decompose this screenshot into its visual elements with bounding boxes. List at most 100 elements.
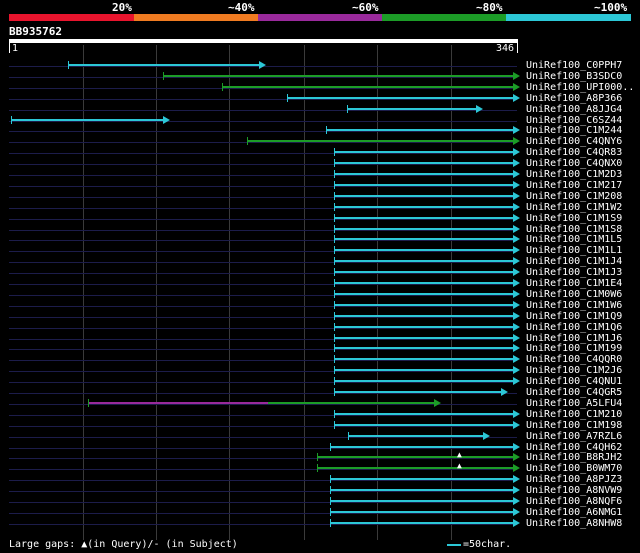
hit-bar[interactable] [334, 257, 520, 266]
hit-label[interactable]: UniRef100_C1M198 [526, 420, 622, 431]
query-bar [9, 39, 518, 43]
hit-bar[interactable] [330, 475, 520, 484]
hit-label[interactable]: UniRef100_C4QQR0 [526, 354, 622, 365]
hit-bar[interactable] [287, 94, 520, 103]
hit-bar[interactable] [334, 279, 520, 288]
hit-label[interactable]: UniRef100_C4QR83 [526, 147, 622, 158]
hit-label[interactable]: UniRef100_C1M244 [526, 125, 622, 136]
hit-start-tick [330, 519, 331, 527]
hit-label[interactable]: UniRef100_A8NVW9 [526, 485, 622, 496]
hit-label[interactable]: UniRef100_C4QNY6 [526, 136, 622, 147]
arrow-head-icon [513, 334, 520, 342]
hit-bar[interactable] [347, 105, 483, 114]
hit-bar[interactable] [334, 388, 508, 397]
arrow-head-icon [513, 148, 520, 156]
hit-label[interactable]: UniRef100_C1M208 [526, 191, 622, 202]
hit-label[interactable]: UniRef100_C1M0W6 [526, 289, 622, 300]
hit-label[interactable]: UniRef100_C1M2J6 [526, 365, 622, 376]
hit-bar[interactable] [317, 453, 520, 462]
hit-bar[interactable] [334, 312, 520, 321]
hit-bar[interactable] [330, 486, 520, 495]
hit-label[interactable]: UniRef100_B3SDC0 [526, 71, 622, 82]
hit-label[interactable]: UniRef100_C1M199 [526, 343, 622, 354]
hit-label[interactable]: UniRef100_B0WM70 [526, 463, 622, 474]
hit-label[interactable]: UniRef100_A7RZL6 [526, 431, 622, 442]
hit-label[interactable]: UniRef100_A8NQF6 [526, 496, 622, 507]
hit-bar[interactable] [334, 421, 520, 430]
hit-label[interactable]: UniRef100_C1M1E4 [526, 278, 622, 289]
hit-label[interactable]: UniRef100_C0PPH7 [526, 60, 622, 71]
color-band-purple [258, 14, 382, 21]
hit-bar[interactable] [334, 170, 520, 179]
hit-label[interactable]: UniRef100_A8P366 [526, 93, 622, 104]
hit-bar[interactable] [334, 410, 520, 419]
hit-bar[interactable] [334, 268, 520, 277]
hit-bar[interactable] [334, 290, 520, 299]
hit-bar[interactable] [222, 83, 520, 92]
hit-bar[interactable] [334, 203, 520, 212]
hit-line [334, 424, 516, 426]
hit-bar[interactable] [334, 235, 520, 244]
hit-bar[interactable] [334, 159, 520, 168]
hit-bar[interactable] [334, 334, 520, 343]
hit-bar[interactable] [334, 301, 520, 310]
hit-label[interactable]: UniRef100_C1M1W6 [526, 300, 622, 311]
hit-label[interactable]: UniRef100_C1M1J3 [526, 267, 622, 278]
hit-line [334, 358, 516, 360]
hit-bar[interactable] [334, 148, 520, 157]
hit-label[interactable]: UniRef100_A8PJZ3 [526, 474, 622, 485]
hit-bar[interactable] [11, 116, 170, 125]
hit-bar[interactable] [247, 137, 520, 146]
hit-label[interactable]: UniRef100_C1M217 [526, 180, 622, 191]
hit-label[interactable]: UniRef100_C1M1L5 [526, 234, 622, 245]
hit-label[interactable]: UniRef100_C1M210 [526, 409, 622, 420]
hit-label[interactable]: UniRef100_C4QNU1 [526, 376, 622, 387]
hit-bar[interactable] [88, 399, 441, 408]
hit-bar[interactable] [330, 497, 520, 506]
hit-start-tick [334, 290, 335, 298]
hit-bar[interactable] [68, 61, 266, 70]
arrow-head-icon [163, 116, 170, 124]
hit-line [334, 217, 516, 219]
hit-label[interactable]: UniRef100_A8JJG4 [526, 104, 622, 115]
hit-bar[interactable] [330, 519, 520, 528]
arrow-head-icon [513, 377, 520, 385]
hit-bar[interactable] [334, 181, 520, 190]
hit-bar[interactable] [334, 344, 520, 353]
hit-label[interactable]: UniRef100_A6NMG1 [526, 507, 622, 518]
hit-bar[interactable] [334, 366, 520, 375]
hit-line [348, 435, 486, 437]
hit-label[interactable]: UniRef100_C1M1L1 [526, 245, 622, 256]
hit-bar[interactable] [334, 225, 520, 234]
hit-bar[interactable] [334, 192, 520, 201]
hit-bar[interactable] [334, 246, 520, 255]
hit-label[interactable]: UniRef100_C1M1W2 [526, 202, 622, 213]
hit-start-tick [334, 355, 335, 363]
hit-label[interactable]: UniRef100_C4QGR5 [526, 387, 622, 398]
arrow-head-icon [513, 312, 520, 320]
hit-start-tick [11, 116, 12, 124]
hit-label[interactable]: UniRef100_C1M1J4 [526, 256, 622, 267]
hit-label[interactable]: UniRef100_A8NHW8 [526, 518, 622, 529]
hit-bar[interactable] [334, 377, 520, 386]
hit-label[interactable]: UniRef100_C1M1S9 [526, 213, 622, 224]
hit-bar[interactable] [326, 126, 520, 135]
arrow-head-icon [513, 486, 520, 494]
hit-bar[interactable] [317, 464, 520, 473]
hit-label[interactable]: UniRef100_A5LFU4 [526, 398, 622, 409]
hit-label[interactable]: UniRef100_C4QNX0 [526, 158, 622, 169]
arrow-head-icon [501, 388, 508, 396]
hit-label[interactable]: UniRef100_C1M2D3 [526, 169, 622, 180]
hit-line [222, 86, 516, 88]
hit-bar[interactable] [334, 323, 520, 332]
hit-bar[interactable] [334, 355, 520, 364]
hit-bar[interactable] [330, 443, 520, 452]
hit-label[interactable]: UniRef100_C1M1Q9 [526, 311, 622, 322]
hit-bar[interactable] [330, 508, 520, 517]
hit-label[interactable]: UniRef100_C1M1Q6 [526, 322, 622, 333]
hit-label[interactable]: UniRef100_B8RJH2 [526, 452, 622, 463]
hit-bar[interactable] [334, 214, 520, 223]
hit-label[interactable]: UniRef100_UPI000.. [526, 82, 634, 93]
hit-bar[interactable] [348, 432, 490, 441]
hit-bar[interactable] [163, 72, 520, 81]
